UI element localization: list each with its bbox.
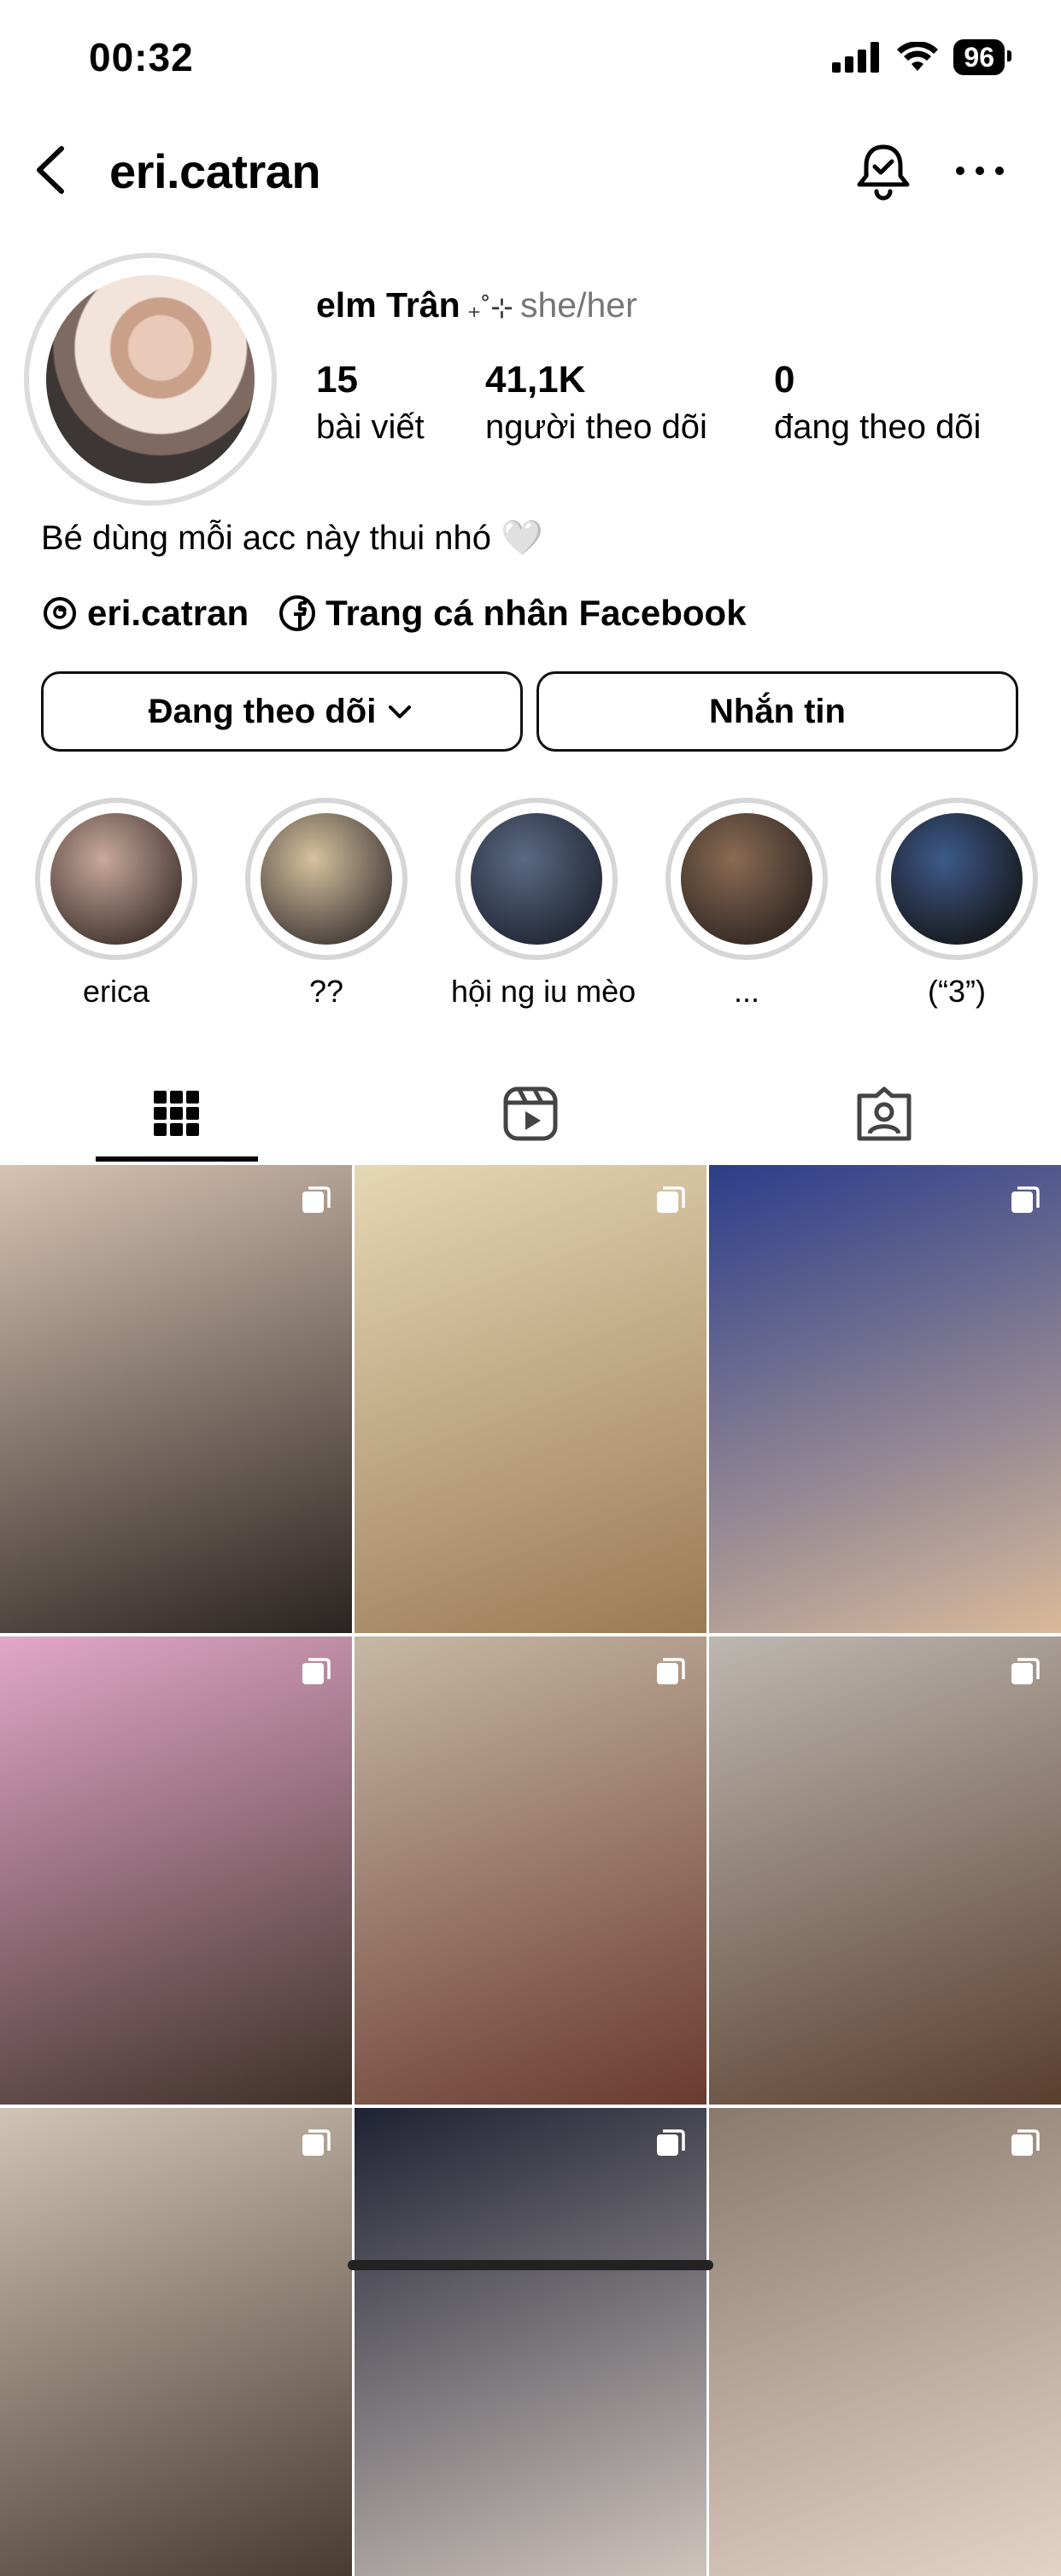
chevron-down-icon — [389, 705, 412, 718]
multi-post-icon — [657, 2129, 685, 2156]
threads-handle: eri.catran — [87, 593, 249, 633]
highlight-item[interactable]: ... — [661, 798, 832, 1010]
post-thumbnail[interactable] — [709, 1165, 1061, 1633]
message-button[interactable]: Nhắn tin — [536, 671, 1018, 752]
status-icons: 96 — [832, 39, 1011, 75]
highlight-cover — [891, 813, 1023, 945]
following-button-label: Đang theo dõi — [148, 692, 377, 730]
posts-label: bài viết — [316, 408, 425, 446]
profile-tabs — [0, 1064, 1061, 1163]
highlight-item[interactable]: (“3”) — [871, 798, 1042, 1010]
facebook-link-label: Trang cá nhân Facebook — [325, 593, 747, 633]
notification-bell-icon[interactable] — [851, 138, 916, 203]
highlight-cover — [261, 813, 392, 945]
back-arrow-icon[interactable] — [26, 140, 77, 200]
message-button-label: Nhắn tin — [709, 692, 846, 730]
post-thumbnail[interactable] — [0, 2108, 352, 2576]
highlight-cover — [471, 813, 602, 945]
following-label: đang theo dõi — [774, 408, 982, 446]
post-thumbnail[interactable] — [0, 1165, 352, 1633]
highlight-label: erica — [82, 974, 150, 1009]
avatar-ring[interactable] — [24, 253, 277, 506]
multi-post-icon — [657, 1186, 685, 1213]
threads-link[interactable]: eri.catran — [41, 593, 249, 634]
bio-text: Bé dùng mỗi acc này thui nhó 🤍 — [41, 519, 543, 557]
wifi-icon — [897, 42, 939, 71]
post-thumbnail[interactable] — [709, 2108, 1061, 2576]
highlight-label: (“3”) — [928, 974, 986, 1009]
multi-post-icon — [1011, 2129, 1040, 2156]
multi-post-icon — [1011, 1186, 1040, 1213]
reels-icon — [503, 1086, 558, 1141]
status-bar: 00:32 96 — [0, 0, 1061, 115]
post-thumbnail[interactable] — [355, 1165, 706, 1633]
highlight-cover — [681, 813, 812, 945]
active-tab-indicator — [96, 1156, 258, 1162]
followers-count: 41,1K — [485, 359, 586, 401]
stat-following[interactable]: 0 đang theo dõi — [774, 359, 981, 447]
highlight-ring — [876, 798, 1038, 960]
grid-icon — [154, 1091, 199, 1136]
following-count: 0 — [774, 359, 795, 401]
multi-post-icon — [657, 1658, 685, 1684]
tab-tagged[interactable] — [707, 1064, 1061, 1163]
highlight-ring — [245, 798, 407, 960]
threads-icon — [44, 597, 76, 629]
followers-label: người theo dõi — [485, 408, 707, 446]
posts-grid — [0, 1165, 1061, 2576]
post-thumbnail[interactable] — [709, 1636, 1061, 2105]
more-options-icon[interactable] — [950, 152, 1010, 190]
home-indicator[interactable] — [348, 2260, 713, 2270]
highlight-ring — [455, 798, 618, 960]
multi-post-icon — [1011, 1658, 1040, 1684]
pronouns: she/her — [519, 285, 637, 325]
highlight-ring — [665, 798, 828, 960]
following-button[interactable]: Đang theo dõi — [41, 671, 523, 752]
multi-post-icon — [302, 2129, 331, 2156]
profile-links: eri.catran Trang cá nhân Facebook — [41, 593, 776, 634]
multi-post-icon — [302, 1186, 331, 1213]
stat-followers[interactable]: 41,1K người theo dõi — [485, 359, 707, 447]
name-decoration: ₊˚⊹ — [466, 292, 513, 323]
display-name-text: elm Trân — [316, 285, 460, 325]
post-thumbnail[interactable] — [0, 1636, 352, 2105]
highlight-label: ?? — [308, 974, 344, 1009]
multi-post-icon — [302, 1658, 331, 1684]
facebook-link[interactable]: Trang cá nhân Facebook — [278, 593, 747, 634]
tagged-icon — [857, 1086, 912, 1141]
tab-reels[interactable] — [354, 1064, 707, 1163]
highlight-item[interactable]: ?? — [241, 798, 412, 1010]
page-title: eri.catran — [109, 144, 321, 198]
highlight-label: hội ng iu mèo — [451, 974, 636, 1009]
highlight-item[interactable]: hội ng iu mèo — [451, 798, 636, 1010]
avatar — [46, 275, 255, 483]
highlight-cover — [50, 813, 182, 945]
posts-count: 15 — [316, 359, 358, 401]
battery-indicator: 96 — [953, 39, 1011, 75]
display-name: elm Trân ₊˚⊹ she/her — [316, 285, 637, 325]
post-thumbnail[interactable] — [355, 1636, 706, 2105]
facebook-icon — [279, 595, 316, 631]
cellular-signal-icon — [832, 42, 880, 73]
highlight-item[interactable]: erica — [31, 798, 202, 1010]
stat-posts[interactable]: 15 bài viết — [316, 359, 425, 447]
highlight-label: ... — [733, 974, 759, 1009]
profile-header: eri.catran — [0, 128, 1061, 214]
status-time: 00:32 — [89, 35, 194, 79]
tab-grid[interactable] — [0, 1064, 354, 1163]
post-thumbnail[interactable] — [355, 2108, 706, 2576]
highlight-ring — [35, 798, 197, 960]
